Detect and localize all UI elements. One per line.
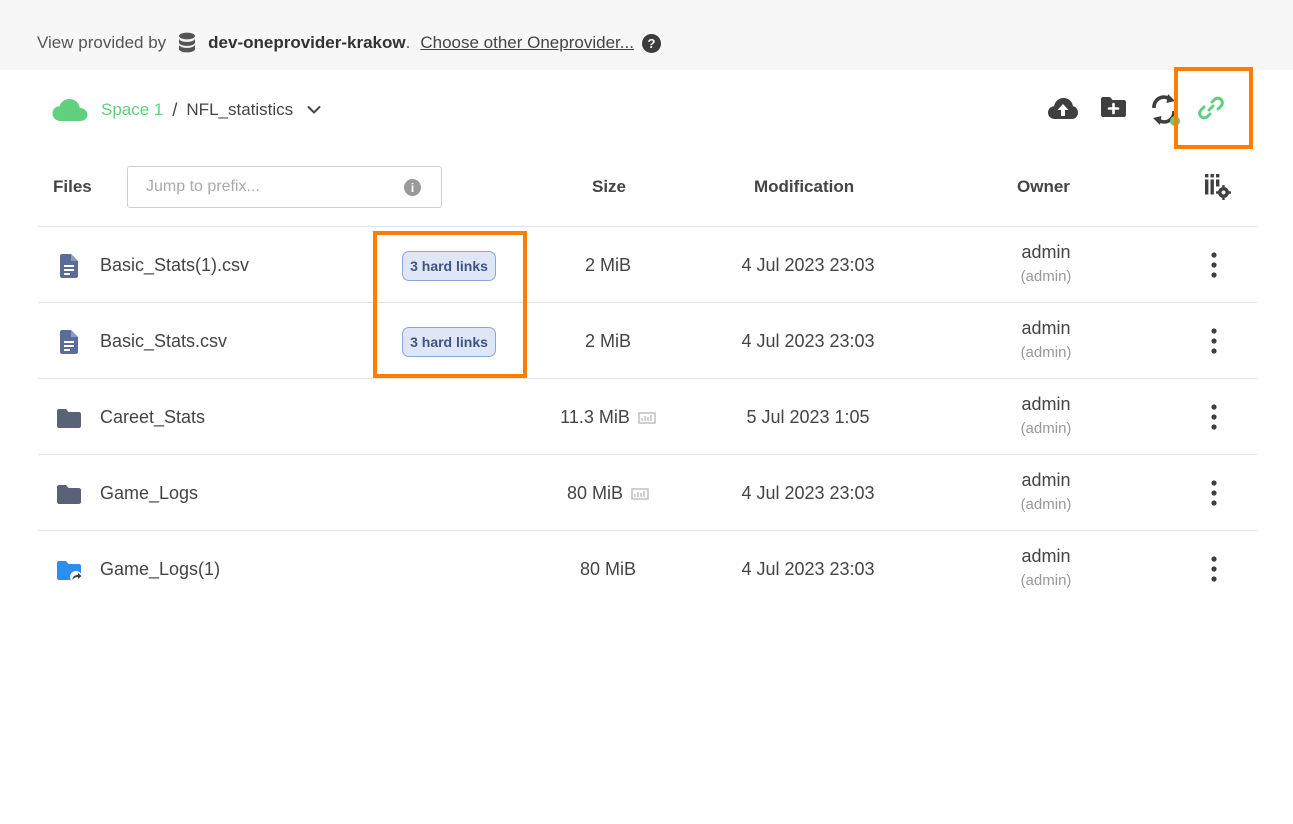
file-name[interactable]: Game_Logs(1) [100, 559, 220, 580]
upload-icon[interactable] [1047, 96, 1079, 120]
jump-to-prefix-input[interactable] [144, 177, 398, 197]
row-menu-icon[interactable] [1202, 403, 1226, 433]
file-name[interactable]: Basic_Stats.csv [100, 331, 227, 352]
file-modification: 4 Jul 2023 23:03 [741, 255, 875, 275]
row-menu-icon[interactable] [1202, 479, 1226, 509]
chevron-down-icon[interactable] [307, 105, 321, 115]
hard-links-highlight-box [373, 231, 527, 378]
table-row[interactable]: Careet_Stats 11.3 MiB 5 Jul 2023 1:05 ad… [38, 379, 1257, 455]
new-directory-icon[interactable] [1100, 96, 1127, 118]
file-name[interactable]: Game_Logs [100, 483, 198, 504]
file-size: 11.3 MiB [528, 407, 688, 428]
breadcrumb-separator: / [172, 99, 178, 120]
header-files: Files [53, 177, 92, 196]
file-modification: 4 Jul 2023 23:03 [741, 483, 875, 503]
provider-separator: . [405, 33, 411, 52]
cloud-icon [52, 99, 88, 121]
file-modification: 4 Jul 2023 23:03 [741, 559, 875, 579]
file-icon [60, 330, 78, 354]
file-owner: admin (admin) [1020, 546, 1072, 589]
file-modification: 4 Jul 2023 23:03 [741, 331, 875, 351]
directory-size-stats-icon[interactable] [638, 412, 656, 424]
file-size: 2 MiB [584, 331, 631, 351]
database-icon [179, 32, 196, 53]
row-menu-icon[interactable] [1202, 555, 1226, 585]
provider-prefix: View provided by [37, 33, 167, 52]
column-settings-icon[interactable] [1204, 173, 1231, 200]
file-icon [60, 254, 78, 278]
jump-to-prefix-field[interactable]: i [127, 166, 442, 208]
table-row[interactable]: Game_Logs(1) 80 MiB 4 Jul 2023 23:03 adm… [38, 531, 1257, 607]
header-modification[interactable]: Modification [754, 177, 854, 197]
folder-icon [57, 485, 81, 504]
folder-symlink-icon [57, 561, 82, 583]
table-row[interactable]: Basic_Stats.csv 3 hard links 2 MiB 4 Jul… [38, 303, 1257, 379]
help-icon[interactable]: ? [641, 33, 661, 53]
file-size: 80 MiB [528, 483, 688, 504]
file-modification: 5 Jul 2023 1:05 [746, 407, 870, 427]
header-owner[interactable]: Owner [1017, 177, 1070, 197]
hard-link-highlight-box [1174, 67, 1253, 149]
file-size: 2 MiB [584, 255, 631, 275]
table-row[interactable]: Basic_Stats(1).csv 3 hard links 2 MiB 4 … [38, 227, 1257, 303]
provider-line: View provided by dev-oneprovider-krakow.… [37, 31, 661, 55]
file-owner: admin (admin) [1020, 470, 1072, 513]
folder-icon [57, 409, 81, 428]
directory-size-stats-icon[interactable] [631, 488, 649, 500]
table-row[interactable]: Game_Logs 80 MiB 4 Jul 2023 23:03 admin … [38, 455, 1257, 531]
file-name[interactable]: Basic_Stats(1).csv [100, 255, 249, 276]
file-owner: admin (admin) [1020, 394, 1072, 437]
header-size[interactable]: Size [592, 177, 626, 197]
breadcrumb: Space 1 / NFL_statistics [52, 94, 321, 126]
info-icon[interactable]: i [404, 179, 421, 196]
provider-name: dev-oneprovider-krakow [208, 33, 406, 52]
choose-other-provider-link[interactable]: Choose other Oneprovider... [420, 33, 634, 53]
file-owner: admin (admin) [1020, 242, 1072, 285]
provider-bar: View provided by dev-oneprovider-krakow.… [0, 0, 1293, 70]
file-owner: admin (admin) [1020, 318, 1072, 361]
breadcrumb-current-directory[interactable]: NFL_statistics [186, 100, 293, 120]
breadcrumb-space[interactable]: Space 1 [101, 100, 163, 120]
row-menu-icon[interactable] [1202, 327, 1226, 357]
file-size: 80 MiB [579, 559, 637, 579]
row-menu-icon[interactable] [1202, 251, 1226, 281]
file-name[interactable]: Careet_Stats [100, 407, 205, 428]
